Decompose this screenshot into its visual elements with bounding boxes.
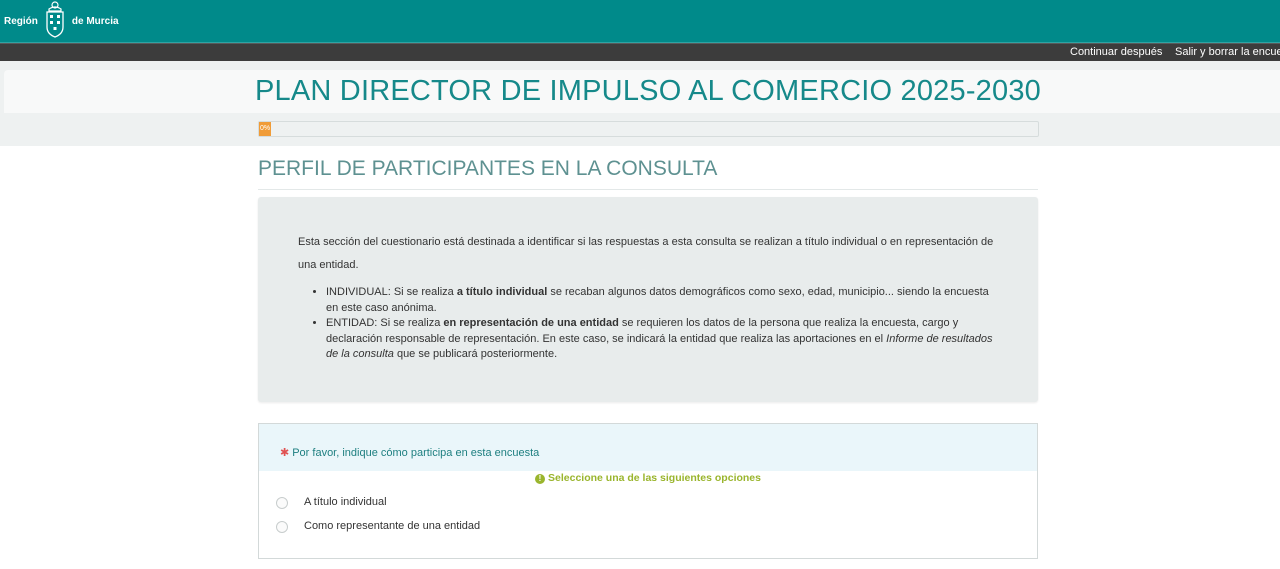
section-description: Esta sección del cuestionario está desti…: [258, 197, 1038, 402]
progress-bar: 0%: [258, 121, 1039, 137]
radio-entity[interactable]: [276, 521, 288, 533]
participation-question: ✱ Por favor, indique cómo participa en es…: [258, 423, 1038, 559]
info-icon: !: [535, 474, 545, 484]
progress-fill: 0%: [259, 122, 271, 136]
site-header: Región de Murcia: [0, 0, 1280, 43]
region-logo[interactable]: Región de Murcia: [4, 0, 119, 43]
survey-navbar: Continuar después Salir y borrar la encu…: [0, 43, 1280, 61]
coat-of-arms-icon: [44, 0, 66, 43]
question-tip: ! Seleccione una de las siguientes opcion…: [259, 472, 1037, 484]
item-bold: en representación de una entidad: [443, 317, 619, 329]
item-text: ENTIDAD: Si se realiza: [326, 317, 444, 329]
question-header: ✱ Por favor, indique cómo participa en es…: [259, 424, 1037, 471]
required-asterisk-icon: ✱: [280, 447, 290, 459]
survey-title: PLAN DIRECTOR DE IMPULSO AL COMERCIO 202…: [254, 75, 1041, 107]
intro-text: Esta sección del cuestionario está desti…: [298, 236, 994, 271]
continue-later-link[interactable]: Continuar después: [1070, 46, 1162, 58]
question-text: ✱ Por favor, indique cómo participa en es…: [280, 446, 539, 459]
list-item-individual: INDIVIDUAL: Si se realiza a título indiv…: [326, 285, 998, 316]
question-label: Por favor, indique cómo participa en est…: [292, 447, 540, 459]
option-label[interactable]: Como representante de una entidad: [304, 520, 480, 532]
section-title: PERFIL DE PARTICIPANTES EN LA CONSULTA: [258, 157, 1038, 190]
tip-text: Seleccione una de las siguientes opcione…: [548, 472, 761, 484]
participation-types-list: INDIVIDUAL: Si se realiza a título indiv…: [298, 285, 998, 363]
list-item-entity: ENTIDAD: Si se realiza en representación…: [326, 316, 998, 363]
logo-text-right: de Murcia: [71, 15, 119, 27]
item-text: INDIVIDUAL: Si se realiza: [326, 286, 457, 298]
survey-title-area: PLAN DIRECTOR DE IMPULSO AL COMERCIO 202…: [0, 61, 1280, 146]
option-label[interactable]: A título individual: [304, 496, 387, 508]
radio-individual[interactable]: [276, 497, 288, 509]
item-text: que se publicará posteriormente.: [393, 348, 558, 360]
logo-text-left: Región: [4, 15, 38, 27]
exit-and-clear-link[interactable]: Salir y borrar la encuesta: [1175, 46, 1280, 58]
item-bold: a título individual: [456, 286, 548, 298]
